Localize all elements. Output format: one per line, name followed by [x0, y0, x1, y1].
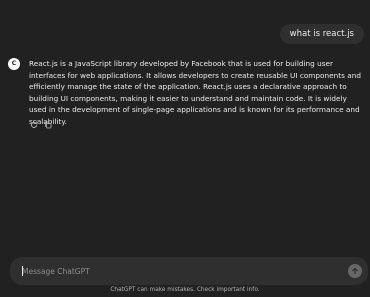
assistant-avatar: C	[8, 58, 20, 70]
message-composer	[10, 257, 368, 285]
disclaimer-text: ChatGPT can make mistakes. Check importa…	[110, 287, 260, 293]
user-message-bubble: what is react.js	[279, 24, 364, 44]
send-button[interactable]	[348, 264, 362, 278]
assistant-message-text: React.js is a JavaScript library develop…	[29, 59, 361, 126]
message-actions	[30, 121, 52, 129]
refresh-icon[interactable]	[30, 121, 38, 129]
text-caret	[22, 266, 23, 276]
arrow-up-icon	[352, 267, 358, 275]
copy-icon[interactable]	[44, 121, 52, 129]
message-input[interactable]	[10, 257, 330, 285]
